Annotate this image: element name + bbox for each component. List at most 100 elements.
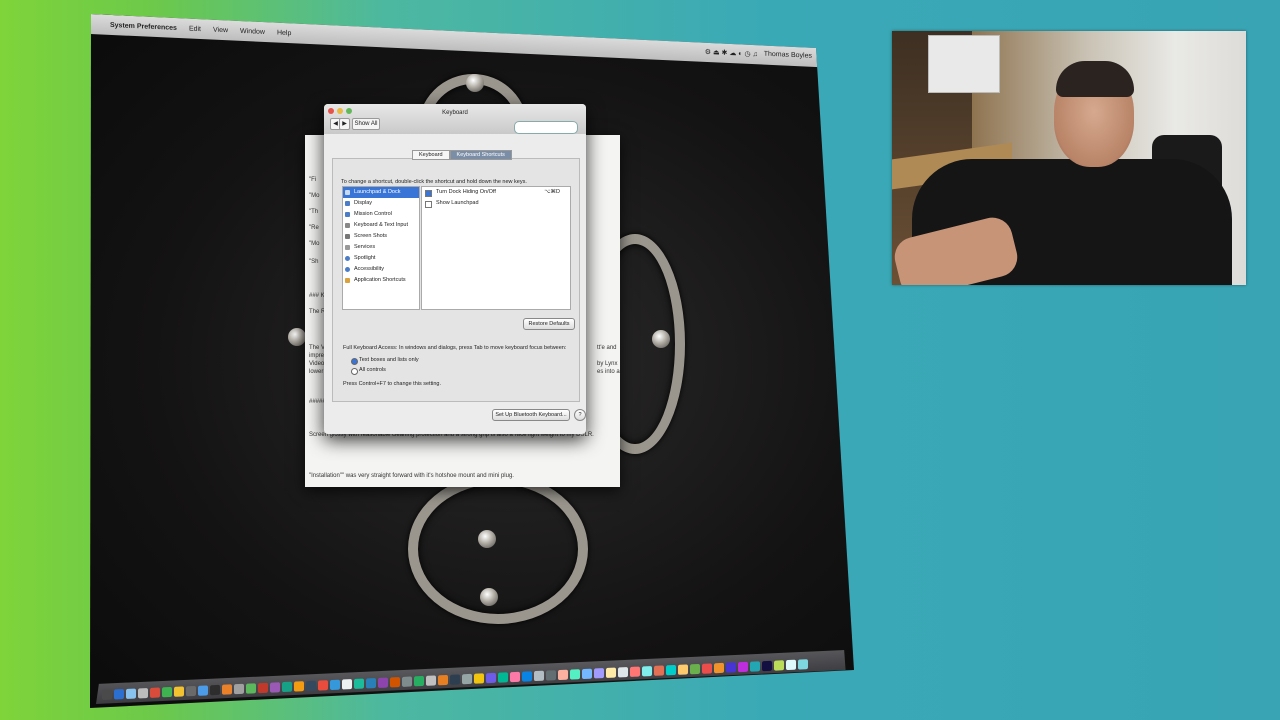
dock-app-icon[interactable] bbox=[642, 665, 652, 677]
dock-app-icon[interactable] bbox=[522, 671, 532, 682]
category-item[interactable]: Screen Shots bbox=[343, 231, 419, 242]
dock-app-icon[interactable] bbox=[750, 661, 760, 672]
dock-app-icon[interactable] bbox=[210, 684, 220, 696]
dock-app-icon[interactable] bbox=[114, 689, 124, 700]
dock-app-icon[interactable] bbox=[426, 675, 436, 686]
dock-app-icon[interactable] bbox=[342, 679, 352, 690]
dock-app-icon[interactable] bbox=[582, 668, 592, 680]
dock-app-icon[interactable] bbox=[102, 689, 112, 700]
shortcut-checkbox[interactable] bbox=[425, 201, 432, 208]
shortcut-row[interactable]: Show Launchpad bbox=[422, 198, 570, 209]
category-label: Accessibility bbox=[354, 266, 384, 272]
dock-app-icon[interactable] bbox=[474, 673, 484, 684]
status-icons[interactable]: ⚙ ⏏ ✱ ☁ ◐ ◷ ♫ bbox=[705, 48, 758, 58]
category-item[interactable]: Services bbox=[343, 242, 419, 253]
dock-app-icon[interactable] bbox=[450, 674, 460, 685]
dock-app-icon[interactable] bbox=[738, 661, 748, 673]
dock-app-icon[interactable] bbox=[486, 672, 496, 684]
dock-app-icon[interactable] bbox=[294, 681, 304, 692]
category-item[interactable]: Spotlight bbox=[343, 253, 419, 264]
dock-app-icon[interactable] bbox=[390, 676, 400, 688]
show-all-button[interactable]: Show All bbox=[352, 118, 380, 130]
dock-app-icon[interactable] bbox=[126, 688, 136, 699]
dock-app-icon[interactable] bbox=[414, 675, 424, 687]
dock-app-icon[interactable] bbox=[630, 666, 640, 677]
dock-app-icon[interactable] bbox=[378, 677, 388, 688]
tab-keyboard[interactable]: Keyboard bbox=[412, 150, 450, 160]
dock-app-icon[interactable] bbox=[702, 663, 712, 674]
dock-app-icon[interactable] bbox=[498, 672, 508, 683]
search-input[interactable] bbox=[514, 121, 578, 134]
dock-app-icon[interactable] bbox=[402, 676, 412, 687]
dock-app-icon[interactable] bbox=[462, 673, 472, 685]
dock-app-icon[interactable] bbox=[330, 679, 340, 691]
dock-app-icon[interactable] bbox=[570, 669, 580, 680]
user-name[interactable]: Thomas Boyles bbox=[764, 51, 812, 61]
menu-edit[interactable]: Edit bbox=[189, 25, 201, 33]
radio-all-controls[interactable] bbox=[351, 368, 358, 375]
shortcut-list[interactable]: Turn Dock Hiding On/Off ⌥⌘D Show Launchp… bbox=[421, 186, 571, 310]
dock-app-icon[interactable] bbox=[726, 662, 736, 673]
dock-app-icon[interactable] bbox=[366, 678, 376, 689]
shortcut-key[interactable]: ⌥⌘D bbox=[544, 187, 560, 198]
category-item[interactable]: Keyboard & Text Input bbox=[343, 220, 419, 231]
dock-app-icon[interactable] bbox=[318, 680, 328, 691]
radio-text-boxes[interactable] bbox=[351, 358, 358, 365]
radio-label[interactable]: Text boxes and lists only bbox=[359, 357, 419, 363]
shortcut-checkbox[interactable] bbox=[425, 190, 432, 197]
dock-app-icon[interactable] bbox=[666, 664, 676, 676]
dock-app-icon[interactable] bbox=[150, 687, 160, 698]
bluetooth-keyboard-button[interactable]: Set Up Bluetooth Keyboard... bbox=[492, 409, 570, 421]
category-label: Launchpad & Dock bbox=[354, 189, 401, 195]
tab-keyboard-shortcuts[interactable]: Keyboard Shortcuts bbox=[449, 150, 512, 160]
dock-app-icon[interactable] bbox=[786, 659, 796, 671]
dock-app-icon[interactable] bbox=[246, 683, 256, 694]
radio-label[interactable]: All controls bbox=[359, 367, 386, 373]
window-titlebar[interactable]: Keyboard ◀ ▶ Show All bbox=[324, 104, 586, 134]
dock-app-icon[interactable] bbox=[546, 670, 556, 681]
dock-app-icon[interactable] bbox=[594, 668, 604, 679]
dock-app-icon[interactable] bbox=[558, 669, 568, 681]
category-item[interactable]: Display bbox=[343, 198, 419, 209]
dock-app-icon[interactable] bbox=[714, 662, 724, 674]
category-item[interactable]: Mission Control bbox=[343, 209, 419, 220]
category-label: Services bbox=[354, 244, 376, 250]
dock-app-icon[interactable] bbox=[438, 674, 448, 686]
forward-button[interactable]: ▶ bbox=[339, 118, 350, 130]
mission-control-icon bbox=[345, 212, 350, 217]
dock-app-icon[interactable] bbox=[510, 671, 520, 683]
dock-app-icon[interactable] bbox=[162, 686, 172, 698]
dock-app-icon[interactable] bbox=[654, 665, 664, 676]
restore-defaults-button[interactable]: Restore Defaults bbox=[523, 318, 575, 330]
dock-app-icon[interactable] bbox=[174, 686, 184, 697]
dock-app-icon[interactable] bbox=[618, 667, 628, 678]
dock-app-icon[interactable] bbox=[258, 682, 268, 694]
dock-app-icon[interactable] bbox=[690, 663, 700, 675]
dock-app-icon[interactable] bbox=[606, 667, 616, 678]
dock-app-icon[interactable] bbox=[234, 683, 244, 695]
dock-app-icon[interactable] bbox=[774, 660, 784, 671]
dock-app-icon[interactable] bbox=[306, 680, 316, 692]
category-list[interactable]: Launchpad & Dock Display Mission Control… bbox=[342, 186, 420, 310]
menu-help[interactable]: Help bbox=[277, 29, 291, 37]
dock-app-icon[interactable] bbox=[762, 660, 772, 672]
help-button[interactable]: ? bbox=[574, 409, 586, 421]
dock-app-icon[interactable] bbox=[138, 687, 148, 699]
dock-app-icon[interactable] bbox=[282, 681, 292, 693]
menu-view[interactable]: View bbox=[213, 26, 228, 34]
dock-app-icon[interactable] bbox=[534, 670, 544, 682]
dock-app-icon[interactable] bbox=[678, 664, 688, 675]
dock-app-icon[interactable] bbox=[270, 682, 280, 693]
dock-app-icon[interactable] bbox=[198, 685, 208, 696]
dock-app-icon[interactable] bbox=[798, 659, 808, 670]
dock-app-icon[interactable] bbox=[186, 685, 196, 697]
shortcut-row[interactable]: Turn Dock Hiding On/Off ⌥⌘D bbox=[422, 187, 570, 198]
category-item[interactable]: Accessibility bbox=[343, 264, 419, 275]
dock-app-icon[interactable] bbox=[222, 684, 232, 695]
full-keyboard-access-label: Full Keyboard Access: In windows and dia… bbox=[343, 345, 567, 351]
menu-window[interactable]: Window bbox=[240, 27, 265, 35]
app-menu[interactable]: System Preferences bbox=[110, 21, 177, 31]
dock-app-icon[interactable] bbox=[354, 678, 364, 689]
category-item[interactable]: Launchpad & Dock bbox=[343, 187, 419, 198]
category-item[interactable]: Application Shortcuts bbox=[343, 275, 419, 286]
